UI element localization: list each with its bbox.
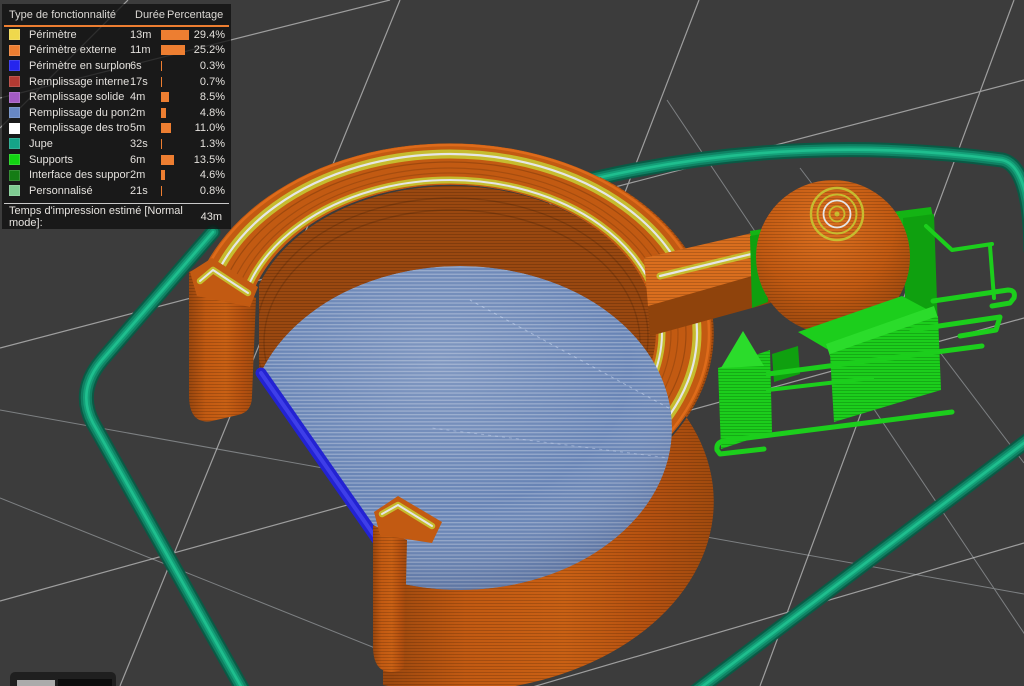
percentage-bar bbox=[161, 108, 166, 118]
feature-percent: 0.8% bbox=[191, 185, 231, 197]
clamp-tab-upper bbox=[189, 258, 258, 421]
legend-row-bridge-infill[interactable]: Remplissage du pont 2m 4.8% bbox=[2, 105, 231, 121]
feature-percent: 8.5% bbox=[191, 91, 231, 103]
feature-percent: 0.7% bbox=[191, 76, 231, 88]
legend-row-supports[interactable]: Supports 6m 13.5% bbox=[2, 152, 231, 168]
feature-percent: 11.0% bbox=[191, 122, 231, 134]
feature-duration: 2m bbox=[130, 107, 161, 119]
feature-color-swatch bbox=[9, 123, 20, 134]
legend-header-feature: Type de fonctionnalité bbox=[2, 9, 135, 21]
feature-color-swatch bbox=[9, 107, 20, 118]
percentage-bar bbox=[161, 123, 171, 133]
legend-row-external-perimeter[interactable]: Périmètre externe 11m 25.2% bbox=[2, 43, 231, 59]
percentage-bar bbox=[161, 186, 162, 196]
legend-row-skirt[interactable]: Jupe 32s 1.3% bbox=[2, 136, 231, 152]
print-legend-panel: Type de fonctionnalité Durée Percentage … bbox=[2, 4, 231, 229]
feature-duration: 32s bbox=[130, 138, 161, 150]
feature-color-swatch bbox=[9, 185, 20, 196]
legend-row-solid-infill[interactable]: Remplissage solide 4m 8.5% bbox=[2, 89, 231, 105]
estimated-print-time-value: 43m bbox=[201, 211, 224, 223]
feature-percent: 29.4% bbox=[191, 29, 231, 41]
feature-label: Supports bbox=[29, 154, 130, 166]
feature-percent: 1.3% bbox=[191, 138, 231, 150]
feature-duration: 21s bbox=[130, 185, 161, 197]
feature-percent: 4.8% bbox=[191, 107, 231, 119]
feature-label: Périmètre en surplomb bbox=[29, 60, 130, 72]
legend-header-duration: Durée bbox=[135, 9, 167, 21]
feature-label: Périmètre externe bbox=[29, 44, 130, 56]
slider-track[interactable] bbox=[58, 679, 112, 686]
feature-color-swatch bbox=[9, 29, 20, 40]
feature-duration: 6s bbox=[130, 60, 161, 72]
percentage-bar bbox=[161, 77, 162, 87]
feature-label: Remplissage du pont bbox=[29, 107, 130, 119]
feature-color-swatch bbox=[9, 76, 20, 87]
feature-percent: 13.5% bbox=[191, 154, 231, 166]
percentage-bar bbox=[161, 155, 174, 165]
feature-duration: 11m bbox=[130, 44, 161, 56]
layer-slider-partial[interactable] bbox=[10, 672, 116, 686]
legend-row-overhang-perimeter[interactable]: Périmètre en surplomb 6s 0.3% bbox=[2, 58, 231, 74]
percentage-bar bbox=[161, 30, 189, 40]
estimated-print-time-label: Temps d'impression estimé [Normal mode]: bbox=[9, 205, 201, 229]
feature-label: Remplissage des trous bbox=[29, 122, 130, 134]
feature-duration: 17s bbox=[130, 76, 161, 88]
legend-header: Type de fonctionnalité Durée Percentage bbox=[2, 4, 231, 24]
percentage-bar bbox=[161, 92, 169, 102]
percentage-bar bbox=[161, 45, 185, 55]
legend-row-perimeter[interactable]: Périmètre 13m 29.4% bbox=[2, 27, 231, 43]
feature-duration: 4m bbox=[130, 91, 161, 103]
feature-color-swatch bbox=[9, 60, 20, 71]
legend-header-percentage: Percentage bbox=[167, 9, 231, 21]
percentage-bar bbox=[161, 170, 165, 180]
feature-duration: 13m bbox=[130, 29, 161, 41]
feature-label: Personnalisé bbox=[29, 185, 130, 197]
percentage-bar bbox=[161, 61, 162, 71]
feature-label: Périmètre bbox=[29, 29, 130, 41]
feature-color-swatch bbox=[9, 154, 20, 165]
legend-row-internal-infill[interactable]: Remplissage interne 17s 0.7% bbox=[2, 74, 231, 90]
feature-label: Remplissage interne bbox=[29, 76, 130, 88]
feature-percent: 0.3% bbox=[191, 60, 231, 72]
feature-duration: 5m bbox=[130, 122, 161, 134]
feature-duration: 2m bbox=[130, 169, 161, 181]
slicer-preview-window: Type de fonctionnalité Durée Percentage … bbox=[0, 0, 1024, 686]
feature-percent: 25.2% bbox=[191, 44, 231, 56]
feature-color-swatch bbox=[9, 138, 20, 149]
feature-label: Jupe bbox=[29, 138, 130, 150]
percentage-bar bbox=[161, 139, 162, 149]
legend-rows: Périmètre 13m 29.4% Périmètre externe 11… bbox=[2, 27, 231, 199]
feature-duration: 6m bbox=[130, 154, 161, 166]
estimated-print-time: Temps d'impression estimé [Normal mode]:… bbox=[2, 204, 231, 229]
feature-label: Remplissage solide bbox=[29, 91, 130, 103]
feature-color-swatch bbox=[9, 92, 20, 103]
feature-label: Interface des supports bbox=[29, 169, 130, 181]
feature-color-swatch bbox=[9, 45, 20, 56]
legend-row-gap-fill[interactable]: Remplissage des trous 5m 11.0% bbox=[2, 121, 231, 137]
slider-handle[interactable] bbox=[17, 680, 55, 686]
legend-row-support-interface[interactable]: Interface des supports 2m 4.6% bbox=[2, 167, 231, 183]
legend-row-custom[interactable]: Personnalisé 21s 0.8% bbox=[2, 183, 231, 199]
feature-color-swatch bbox=[9, 170, 20, 181]
feature-percent: 4.6% bbox=[191, 169, 231, 181]
